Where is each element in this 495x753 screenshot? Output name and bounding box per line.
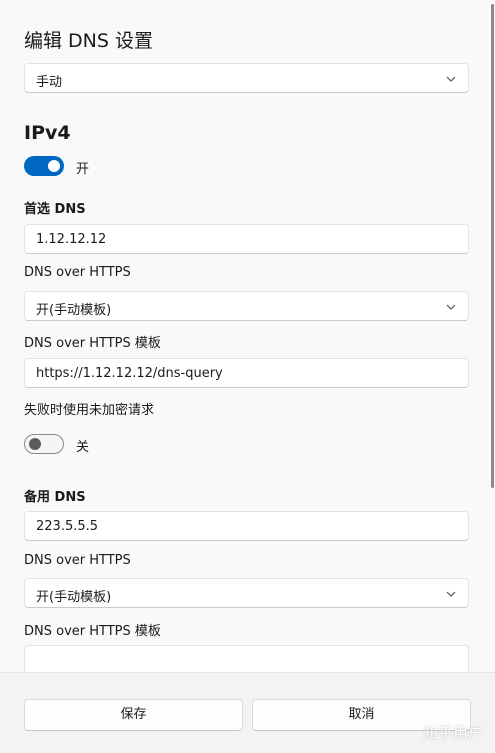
alternate-dns-value: 223.5.5.5 (36, 519, 99, 534)
ipv4-heading: IPv4 (24, 122, 71, 144)
ipv4-toggle[interactable] (24, 156, 64, 176)
fallback-toggle-label: 关 (76, 440, 90, 455)
save-button[interactable]: 保存 (24, 699, 243, 731)
preferred-dns-input[interactable]: 1.12.12.12 (24, 224, 469, 254)
alternate-doh-template-label: DNS over HTTPS 模板 (24, 624, 161, 639)
edit-dns-dialog: 编辑 DNS 设置 手动 IPv4 开 首选 DNS 1.12.12.12 DN… (0, 0, 495, 753)
chevron-down-icon (446, 591, 456, 597)
watermark: 知乎用户 (422, 724, 483, 742)
fallback-unencrypted-toggle[interactable] (24, 434, 64, 454)
dns-mode-select[interactable]: 手动 (24, 63, 469, 93)
toggle-knob (29, 438, 41, 450)
fallback-unencrypted-label: 失败时使用未加密请求 (24, 403, 155, 418)
dialog-title: 编辑 DNS 设置 (24, 30, 153, 52)
preferred-doh-label: DNS over HTTPS (24, 265, 131, 280)
vertical-scrollbar[interactable] (491, 4, 494, 488)
chevron-down-icon (446, 304, 456, 310)
preferred-dns-label: 首选 DNS (24, 202, 86, 217)
alternate-doh-value: 开(手动模板) (36, 590, 112, 605)
preferred-doh-select[interactable]: 开(手动模板) (24, 291, 469, 321)
dialog-content: 编辑 DNS 设置 手动 IPv4 开 首选 DNS 1.12.12.12 DN… (0, 0, 495, 672)
toggle-knob (48, 160, 60, 172)
alternate-doh-select[interactable]: 开(手动模板) (24, 578, 469, 608)
preferred-dns-value: 1.12.12.12 (36, 232, 107, 247)
preferred-doh-value: 开(手动模板) (36, 303, 112, 318)
alternate-doh-label: DNS over HTTPS (24, 553, 131, 568)
dialog-footer: 保存 取消 (0, 672, 495, 753)
preferred-doh-template-label: DNS over HTTPS 模板 (24, 336, 161, 351)
ipv4-toggle-label: 开 (76, 162, 90, 177)
preferred-doh-template-input[interactable]: https://1.12.12.12/dns-query (24, 358, 469, 388)
alternate-doh-template-input[interactable] (24, 645, 469, 672)
dns-mode-value: 手动 (36, 75, 63, 90)
preferred-doh-template-value: https://1.12.12.12/dns-query (36, 366, 223, 381)
alternate-dns-input[interactable]: 223.5.5.5 (24, 511, 469, 541)
chevron-down-icon (446, 76, 456, 82)
alternate-dns-label: 备用 DNS (24, 490, 86, 505)
